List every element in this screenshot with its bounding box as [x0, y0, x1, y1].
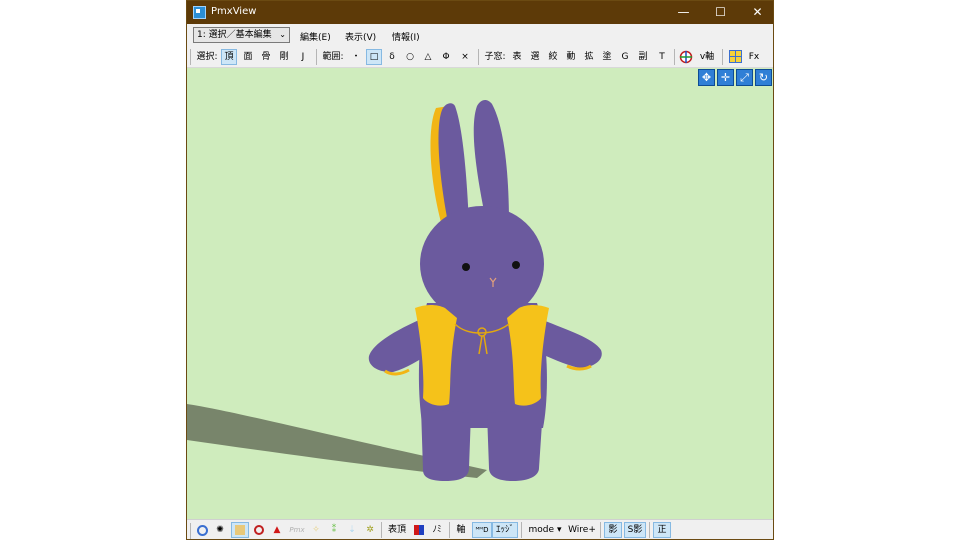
- shadow-button[interactable]: 影: [604, 522, 622, 538]
- range-circle-button[interactable]: ○: [402, 49, 418, 65]
- morph-icon[interactable]: ✲: [363, 522, 377, 538]
- select-label: 選択:: [196, 52, 218, 62]
- red-triangle-icon[interactable]: ▲: [270, 522, 284, 538]
- green-star-icon[interactable]: ✺: [213, 522, 227, 538]
- statusbar-separator: [521, 522, 522, 538]
- bone-icon[interactable]: ⁑: [327, 522, 341, 538]
- select-face-button[interactable]: 面: [240, 49, 256, 65]
- menu-edit[interactable]: 編集(E): [300, 30, 331, 43]
- axis-gizmo-icon[interactable]: [678, 49, 694, 65]
- statusbar-separator: [449, 522, 450, 538]
- axis-button[interactable]: 軸: [453, 522, 469, 538]
- child-window-move-button[interactable]: 動: [563, 49, 579, 65]
- range-label: 範囲:: [322, 52, 344, 62]
- edge-button[interactable]: ｴｯｼﾞ: [492, 522, 518, 538]
- window-title: PmxView: [211, 6, 257, 17]
- texture-icon[interactable]: [231, 522, 249, 538]
- range-clear-button[interactable]: ×: [457, 49, 473, 65]
- minimize-button[interactable]: —: [665, 1, 702, 24]
- title-bar[interactable]: PmxView — ☐ ✕: [187, 1, 773, 24]
- v-axis-button[interactable]: v軸: [696, 49, 718, 65]
- toolbar: 選択: 頂 面 骨 剛 J 範囲: ・ □ δ ○ △ Φ × 子窓: 表 選 …: [187, 46, 773, 68]
- fx-button[interactable]: Fx: [745, 49, 763, 65]
- grid-icon[interactable]: [727, 49, 743, 65]
- toolbar-separator: [674, 49, 675, 65]
- mode-select[interactable]: 1: 選択／基本編集 ⌄: [193, 27, 290, 43]
- material-color-icon[interactable]: [413, 522, 425, 538]
- chevron-down-icon: ⌄: [279, 30, 286, 39]
- menu-info[interactable]: 情報(I): [392, 30, 420, 43]
- status-bar: ✺ ▲ Pmx ✧ ⁑ ⇣ ✲ 表頂 ﾉﾐ 軸 ᴹᴹD ｴｯｼﾞ mode ▾ …: [187, 519, 773, 539]
- toolbar-grip: [190, 49, 191, 65]
- child-window-scale-button[interactable]: 拡: [581, 49, 597, 65]
- pmxview-window: PmxView — ☐ ✕ 1: 選択／基本編集 ⌄ 編集(E) 表示(V) 情…: [186, 0, 774, 540]
- list-vertex-button[interactable]: 表頂: [385, 522, 409, 538]
- child-window-g-button[interactable]: G: [617, 49, 633, 65]
- range-rect-button[interactable]: □: [366, 49, 382, 65]
- radio-icon[interactable]: [195, 522, 209, 538]
- orthographic-button[interactable]: 正: [653, 522, 671, 538]
- app-icon: [193, 6, 206, 19]
- statusbar-separator: [381, 522, 382, 538]
- child-window-paint-button[interactable]: 塗: [599, 49, 615, 65]
- mode-select-value: 1: 選択／基本編集: [197, 30, 272, 40]
- range-phi-button[interactable]: Φ: [438, 49, 454, 65]
- mmd-icon[interactable]: ᴹᴹD: [472, 522, 492, 538]
- select-bone-button[interactable]: 骨: [258, 49, 274, 65]
- select-rigidbody-button[interactable]: 剛: [276, 49, 292, 65]
- child-window-list-button[interactable]: 表: [509, 49, 525, 65]
- menu-view[interactable]: 表示(V): [345, 30, 376, 43]
- statusbar-separator: [600, 522, 601, 538]
- maximize-button[interactable]: ☐: [702, 1, 739, 24]
- star-icon[interactable]: ✧: [309, 522, 323, 538]
- toolbar-separator: [722, 49, 723, 65]
- mode-dropdown-label: mode: [528, 525, 555, 535]
- target-icon[interactable]: [252, 522, 266, 538]
- child-window-select-button[interactable]: 選: [527, 49, 543, 65]
- pmx-label[interactable]: Pmx: [288, 522, 306, 538]
- range-triangle-button[interactable]: △: [420, 49, 436, 65]
- select-vertex-button[interactable]: 頂: [221, 49, 237, 65]
- wire-plus-button[interactable]: Wire+: [567, 522, 597, 538]
- toolbar-separator: [478, 49, 479, 65]
- normal-button[interactable]: ﾉﾐ: [429, 522, 445, 538]
- child-window-t-button[interactable]: T: [654, 49, 670, 65]
- toolbar-separator: [316, 49, 317, 65]
- child-window-sub-button[interactable]: 副: [635, 49, 651, 65]
- statusbar-separator: [649, 522, 650, 538]
- range-point-button[interactable]: ・: [348, 49, 364, 65]
- rabbit-model-render: [187, 100, 602, 481]
- child-window-label: 子窓:: [484, 52, 506, 62]
- 3d-viewport[interactable]: ✥ ✛ ⤢ ↻: [187, 68, 773, 519]
- menu-bar: 1: 選択／基本編集 ⌄ 編集(E) 表示(V) 情報(I): [187, 24, 773, 46]
- range-delta-button[interactable]: δ: [384, 49, 400, 65]
- statusbar-grip: [190, 523, 191, 539]
- select-joint-button[interactable]: J: [295, 49, 311, 65]
- chevron-down-icon: ▾: [556, 525, 562, 535]
- mode-dropdown[interactable]: mode ▾: [525, 522, 565, 538]
- child-window-filter-button[interactable]: 絞: [545, 49, 561, 65]
- self-shadow-button[interactable]: S影: [624, 522, 646, 538]
- close-button[interactable]: ✕: [739, 1, 773, 24]
- arrow-icon[interactable]: ⇣: [345, 522, 359, 538]
